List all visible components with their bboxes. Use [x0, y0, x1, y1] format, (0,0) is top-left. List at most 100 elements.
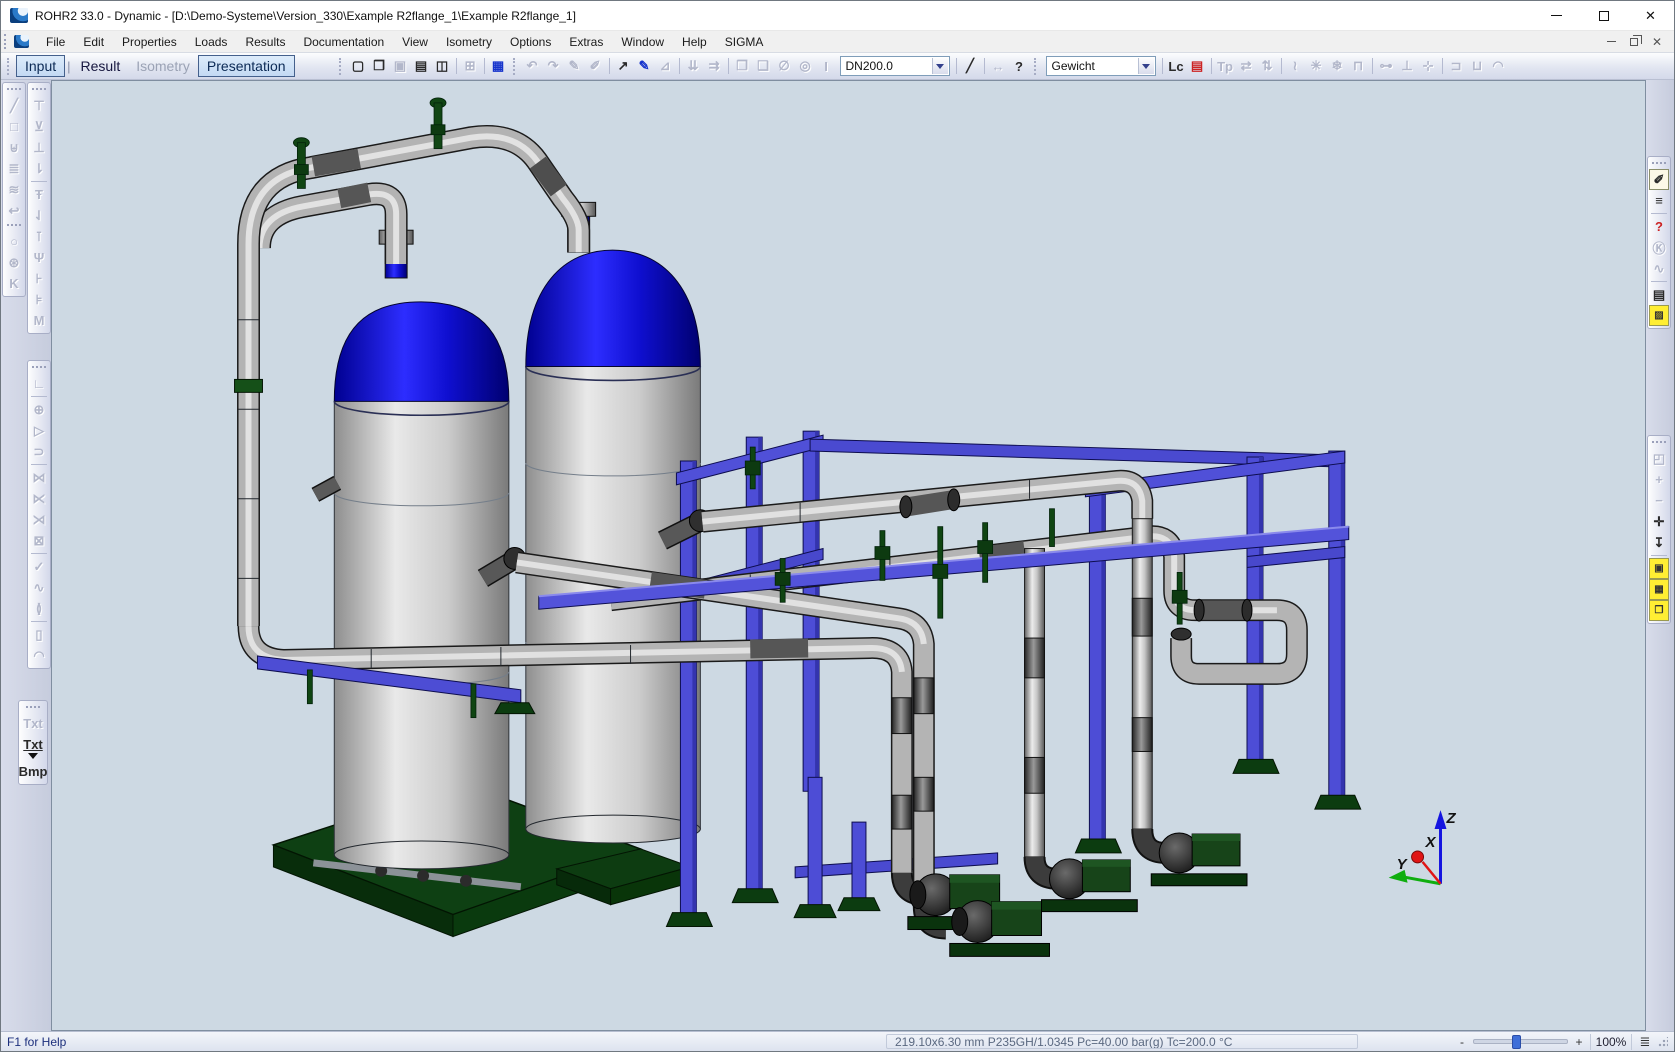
menu-edit[interactable]: Edit: [74, 33, 113, 51]
menu-extras[interactable]: Extras: [560, 33, 612, 51]
minimize-button[interactable]: [1533, 1, 1580, 31]
toolbar-grip[interactable]: [7, 88, 21, 93]
menu-documentation[interactable]: Documentation: [294, 33, 393, 51]
toolbar-grip[interactable]: [26, 706, 40, 711]
loadcase-list-icon[interactable]: ▤: [1187, 56, 1208, 76]
chevron-down-icon: [936, 64, 944, 69]
menu-loads[interactable]: Loads: [186, 33, 237, 51]
bitmap-button[interactable]: Bmp: [23, 761, 43, 782]
print-icon[interactable]: ▤: [411, 56, 432, 76]
view-toolbar: ◰ + − ✛ ↧ ▣ ▦ ❒: [1647, 435, 1671, 624]
pan-view-icon[interactable]: ✛: [1649, 511, 1669, 532]
circle-node-icon: ○: [4, 231, 24, 252]
resize-grip[interactable]: [1658, 1037, 1668, 1047]
fit-view-icon[interactable]: ↧: [1649, 532, 1669, 553]
toolbar-grip[interactable]: [513, 58, 518, 75]
multi-line-icon: ≣: [4, 158, 24, 179]
mdi-restore-button[interactable]: [1630, 38, 1638, 46]
object-list-icon[interactable]: ≡: [1649, 190, 1669, 211]
query-object-icon[interactable]: ?: [1649, 216, 1669, 237]
open-file-icon[interactable]: ❒: [369, 56, 390, 76]
menu-options[interactable]: Options: [501, 33, 560, 51]
annotation-toolbar: Txt Txt Bmp: [18, 700, 48, 785]
nozzle-icon: ≬: [29, 598, 49, 619]
support-table-icon: ⊓: [1348, 56, 1369, 76]
new-file-icon[interactable]: ▢: [348, 56, 369, 76]
menu-grip[interactable]: [4, 34, 8, 49]
support-type8-icon: Ψ: [29, 247, 49, 268]
tab-result[interactable]: Result: [73, 56, 129, 76]
highlight-hatch-icon[interactable]: ▨: [1649, 305, 1669, 326]
zoom-slider[interactable]: [1473, 1039, 1568, 1044]
toolbar-grip[interactable]: [1652, 441, 1666, 446]
mdi-minimize-button[interactable]: [1607, 41, 1616, 42]
toolbar-grip[interactable]: [7, 224, 21, 229]
main-toolbar: Input | Result Isometry Presentation ▢ ❒…: [1, 53, 1674, 80]
menu-sigma[interactable]: SIGMA: [716, 33, 773, 51]
display-toolbar: ✐ ≡ ? Ⓚ ∿ ▤ ▨: [1647, 156, 1671, 329]
zoom-out-button[interactable]: -: [1455, 1034, 1469, 1050]
save-neutral-file-icon[interactable]: ▦: [488, 56, 509, 76]
pipe-segment-icon[interactable]: ╱: [960, 56, 981, 76]
erase-markers-icon[interactable]: ✐: [1649, 169, 1669, 190]
chevron-down-icon: [1142, 64, 1150, 69]
k-circle-icon: Ⓚ: [1649, 237, 1669, 258]
menu-results[interactable]: Results: [236, 33, 294, 51]
toolbar-grip[interactable]: [339, 58, 344, 75]
save-view-icon[interactable]: ▣: [1649, 558, 1669, 579]
swap-vertical-icon: ⇅: [1257, 56, 1278, 76]
eraser-icon: ✐: [585, 56, 606, 76]
move-vertical-icon: ⇊: [683, 56, 704, 76]
combo-dropdown-button[interactable]: [932, 58, 948, 74]
zoom-in-button[interactable]: +: [1572, 1034, 1586, 1050]
text-label-button[interactable]: Txt: [23, 734, 43, 755]
maximize-button[interactable]: [1580, 1, 1627, 31]
load-view-icon[interactable]: ❒: [1649, 600, 1669, 621]
combo-dropdown-button[interactable]: [1138, 58, 1154, 74]
text-report-icon[interactable]: ▤: [1649, 284, 1669, 305]
tab-presentation[interactable]: Presentation: [198, 55, 295, 77]
format-pen-icon[interactable]: ✎: [634, 56, 655, 76]
toolbar-grip[interactable]: [32, 366, 46, 371]
menu-isometry[interactable]: Isometry: [437, 33, 501, 51]
zoom-slider-thumb[interactable]: [1512, 1035, 1521, 1049]
toolbar-grip[interactable]: [7, 58, 12, 75]
menu-properties[interactable]: Properties: [113, 33, 186, 51]
loadcase-combobox[interactable]: Gewicht: [1046, 56, 1156, 76]
toolbar-grip[interactable]: [1034, 58, 1039, 75]
toolbar-grip[interactable]: [32, 88, 46, 93]
loadcase-lc-button[interactable]: Lc: [1166, 56, 1187, 76]
vessel-left[interactable]: [334, 230, 509, 869]
draw-element-icon[interactable]: ↗: [613, 56, 634, 76]
menu-view[interactable]: View: [393, 33, 437, 51]
nominal-diameter-combobox[interactable]: DN200.0: [840, 56, 950, 76]
toolbar-grip[interactable]: [1652, 162, 1666, 167]
minimize-icon: [1551, 15, 1562, 16]
stretch-icon: ↔: [988, 56, 1009, 76]
menu-help[interactable]: Help: [673, 33, 716, 51]
draw-pipe-icon: ╱: [4, 95, 24, 116]
window-title: ROHR2 33.0 - Dynamic - [D:\Demo-Systeme\…: [35, 9, 576, 23]
support-type4-icon: ⇂: [29, 158, 49, 179]
status-list-icon[interactable]: ≣: [1636, 1034, 1654, 1050]
stop-y-icon: ⊔: [1467, 56, 1488, 76]
mdi-close-button[interactable]: ✕: [1652, 35, 1662, 49]
print-preview-icon[interactable]: ◫: [432, 56, 453, 76]
right-toolbar-strip: ✐ ≡ ? Ⓚ ∿ ▤ ▨ ◰ + − ✛ ↧ ▣ ▦ ❒: [1646, 80, 1674, 1031]
maximize-icon: [1599, 11, 1609, 21]
viewport-3d[interactable]: Z X Y: [51, 80, 1646, 1031]
find-object-icon[interactable]: ?: [1009, 56, 1030, 76]
axis-z-label: Z: [1445, 810, 1456, 827]
chevron-down-icon[interactable]: [28, 753, 38, 759]
modify-icon: ⊿: [655, 56, 676, 76]
copy-view-icon[interactable]: ▦: [1649, 579, 1669, 600]
spring-support-icon: ✳: [1306, 56, 1327, 76]
viewport-3d-scene[interactable]: Z X Y: [52, 81, 1645, 1030]
close-button[interactable]: ✕: [1627, 1, 1674, 31]
tab-input[interactable]: Input: [16, 55, 65, 77]
menu-file[interactable]: File: [37, 33, 74, 51]
zoom-window-icon: ◰: [1649, 448, 1669, 469]
menu-window[interactable]: Window: [612, 33, 673, 51]
vessel-right[interactable]: [526, 202, 701, 843]
text-disabled-button: Txt: [23, 713, 43, 734]
